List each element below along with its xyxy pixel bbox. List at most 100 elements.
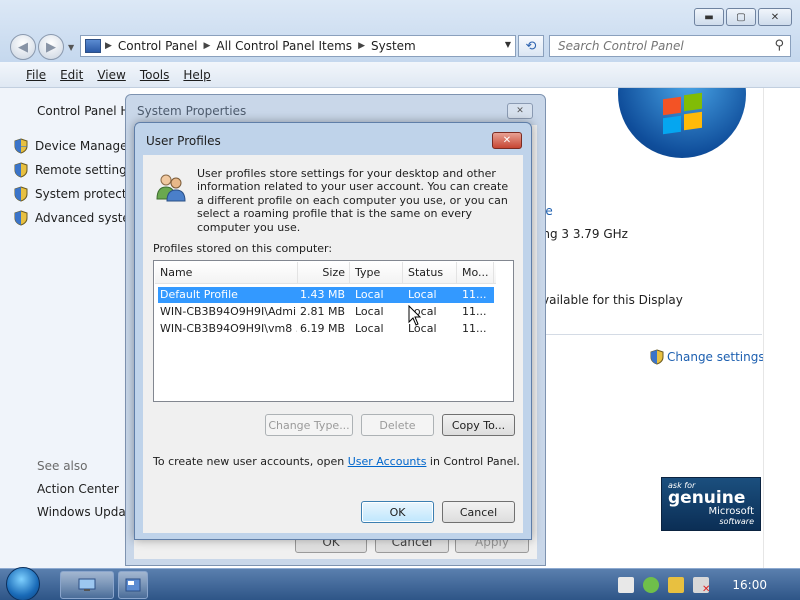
table-row[interactable]: WIN-CB3B94O9H9I\Admi... 2.81 MB Local Lo… xyxy=(158,304,494,320)
menu-help[interactable]: Help xyxy=(183,68,210,82)
back-arrow-icon: ◀ xyxy=(18,39,28,55)
column-size[interactable]: Size xyxy=(298,262,350,284)
volume-muted-icon[interactable]: ✕ xyxy=(693,577,710,595)
ok-button[interactable]: OK xyxy=(361,501,434,523)
dialog-body: User profiles store settings for your de… xyxy=(143,155,523,533)
navigation-buttons: ◀ ▶ ▼ xyxy=(10,34,74,60)
link-label: Remote settings xyxy=(35,163,133,177)
windows-update-link[interactable]: Windows Update xyxy=(37,505,138,519)
description-text: User profiles store settings for your de… xyxy=(197,167,509,234)
cell-size: 1.43 MB xyxy=(299,288,345,301)
column-name[interactable]: Name xyxy=(155,262,298,284)
taskbar-explorer-button[interactable] xyxy=(60,571,114,599)
breadcrumb-all-items[interactable]: All Control Panel Items xyxy=(216,39,352,53)
minimize-button[interactable]: ▬ xyxy=(694,8,724,26)
menu-file[interactable]: File xyxy=(26,68,46,82)
genuine-line3: Microsoft xyxy=(708,506,754,517)
create-accounts-text: To create new user accounts, open User A… xyxy=(153,455,520,468)
users-icon xyxy=(156,174,186,202)
shield-icon xyxy=(14,162,28,178)
search-box[interactable]: ⚲ xyxy=(549,35,791,57)
close-button[interactable]: ✕ xyxy=(492,132,522,149)
clock[interactable]: 16:00 xyxy=(732,578,767,592)
flag-red xyxy=(663,96,681,116)
action-center-link[interactable]: Action Center xyxy=(37,482,119,496)
cancel-button[interactable]: Cancel xyxy=(442,501,515,523)
cell-name: WIN-CB3B94O9H9I\vm8 ... xyxy=(160,322,297,335)
table-row[interactable]: Default Profile 1.43 MB Local Local 11..… xyxy=(158,287,494,303)
shield-icon xyxy=(650,349,664,365)
cell-name: WIN-CB3B94O9H9I\Admi... xyxy=(160,305,297,318)
close-button[interactable]: ✕ xyxy=(758,8,792,26)
start-button[interactable] xyxy=(6,567,46,600)
device-manager-link[interactable]: Device Manager xyxy=(14,138,132,154)
delete-button[interactable]: Delete xyxy=(361,414,434,436)
breadcrumb-separator-icon[interactable]: ▶ xyxy=(204,41,211,51)
breadcrumb-separator-icon[interactable]: ▶ xyxy=(105,41,112,51)
menu-view[interactable]: View xyxy=(97,68,125,82)
search-input[interactable] xyxy=(558,39,758,53)
profiles-stored-label: Profiles stored on this computer: xyxy=(153,242,333,255)
breadcrumb-system[interactable]: System xyxy=(371,39,416,53)
column-modified[interactable]: Mo... xyxy=(457,262,494,284)
task-pane: Control Panel Home Device Manager Remote… xyxy=(0,88,193,568)
list-header: Name Size Type Status Mo... xyxy=(155,262,496,284)
address-dropdown-icon[interactable]: ▼ xyxy=(505,40,511,49)
cell-status: Local xyxy=(408,288,437,301)
flag-green xyxy=(684,92,702,112)
control-panel-icon xyxy=(85,39,101,53)
link-label: Device Manager xyxy=(35,139,133,153)
cell-type: Local xyxy=(355,288,384,301)
back-button[interactable]: ◀ xyxy=(10,34,36,60)
windows-logo xyxy=(618,88,746,158)
column-type[interactable]: Type xyxy=(350,262,403,284)
column-status[interactable]: Status xyxy=(403,262,457,284)
cell-type: Local xyxy=(355,322,384,335)
menu-bar: File Edit View Tools Help xyxy=(0,62,800,88)
refresh-button[interactable]: ⟲ xyxy=(518,35,544,57)
cell-size: 6.19 MB xyxy=(299,322,345,335)
profiles-list[interactable]: Name Size Type Status Mo... Default Prof… xyxy=(153,260,514,402)
cell-modified: 11... xyxy=(462,288,487,301)
processor-value: ing 3 3.79 GHz xyxy=(539,227,628,241)
refresh-icon: ⟲ xyxy=(525,38,537,54)
action-center-icon[interactable] xyxy=(618,577,635,593)
pen-touch-value: vailable for this Display xyxy=(542,293,683,307)
see-also-header: See also xyxy=(37,459,88,473)
change-settings-link[interactable]: Change settings xyxy=(650,349,765,365)
network-icon[interactable] xyxy=(643,577,660,593)
cell-type: Local xyxy=(355,305,384,318)
create-prefix: To create new user accounts, open xyxy=(153,455,348,468)
change-type-button[interactable]: Change Type... xyxy=(265,414,353,436)
taskbar-control-panel-button[interactable] xyxy=(118,571,148,599)
breadcrumb-separator-icon[interactable]: ▶ xyxy=(358,41,365,51)
menu-tools[interactable]: Tools xyxy=(140,68,170,82)
user-profiles-dialog: User Profiles ✕ User profiles store sett… xyxy=(134,122,532,540)
flag-tray-icon[interactable] xyxy=(668,577,685,593)
table-row[interactable]: WIN-CB3B94O9H9I\vm8 ... 6.19 MB Local Lo… xyxy=(158,321,494,337)
create-suffix: in Control Panel. xyxy=(426,455,520,468)
change-settings-label: Change settings xyxy=(667,350,765,364)
forward-button[interactable]: ▶ xyxy=(38,34,64,60)
title-bar: ▬ ▢ ✕ ◀ ▶ ▼ ▶ Control Panel ▶ All Contro… xyxy=(0,0,800,62)
user-accounts-link[interactable]: User Accounts xyxy=(348,455,427,468)
recent-pages-dropdown[interactable]: ▼ xyxy=(68,43,74,52)
breadcrumb-control-panel[interactable]: Control Panel xyxy=(118,39,198,53)
address-bar[interactable]: ▶ Control Panel ▶ All Control Panel Item… xyxy=(80,35,516,57)
dialog-title: System Properties xyxy=(137,104,247,118)
remote-settings-link[interactable]: Remote settings xyxy=(14,162,133,178)
flag-blue xyxy=(663,115,681,135)
cell-size: 2.81 MB xyxy=(299,305,345,318)
menu-edit[interactable]: Edit xyxy=(60,68,83,82)
windows-orb-icon xyxy=(618,88,746,158)
close-button[interactable]: ✕ xyxy=(507,103,533,119)
search-icon[interactable]: ⚲ xyxy=(774,38,784,53)
flag-yellow xyxy=(684,111,702,131)
dialog-title: User Profiles xyxy=(146,134,221,148)
genuine-microsoft-badge[interactable]: ask for genuine Microsoft software xyxy=(661,477,761,531)
copy-to-button[interactable]: Copy To... xyxy=(442,414,515,436)
cell-modified: 11... xyxy=(462,305,487,318)
cell-name: Default Profile xyxy=(160,288,238,301)
maximize-button[interactable]: ▢ xyxy=(726,8,756,26)
shield-icon xyxy=(14,210,28,226)
